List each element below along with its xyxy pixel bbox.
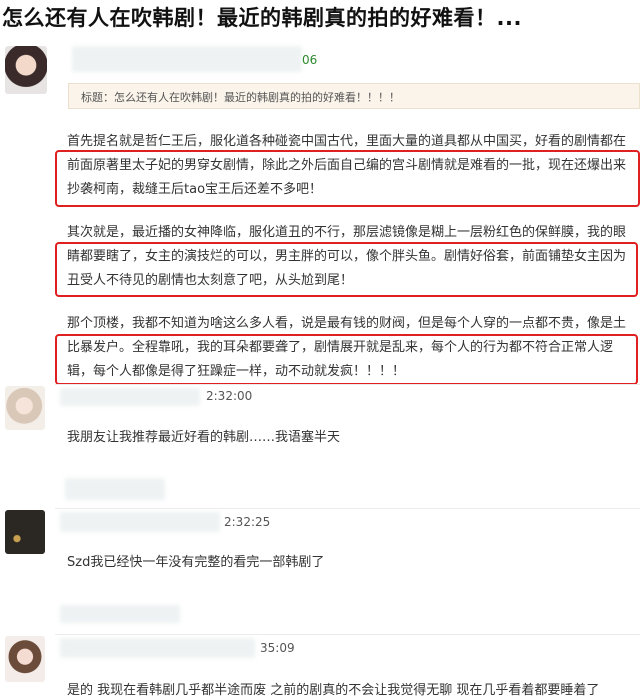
divider	[55, 508, 640, 509]
comment-time: 2:32:25	[224, 515, 271, 529]
username-redacted	[60, 512, 220, 532]
highlight-box	[55, 242, 638, 297]
redacted	[60, 605, 180, 623]
avatar[interactable]	[5, 386, 45, 430]
comment-time: 2:32:00	[206, 389, 253, 403]
quote-box: 标题：怎么还有人在吹韩剧！最近的韩剧真的拍的好难看！！！！	[68, 83, 640, 109]
comment-time: 35:09	[260, 641, 295, 655]
comment-text: Szd我已经快一年没有完整的看完一部韩剧了	[67, 555, 325, 570]
post-time: 06	[302, 53, 318, 67]
page-title: 怎么还有人在吹韩剧！最近的韩剧真的拍的好难看！...	[2, 6, 522, 30]
username-redacted	[72, 46, 302, 72]
comment-text: 我朋友让我推荐最近好看的韩剧……我语塞半天	[67, 430, 341, 445]
highlight-box	[55, 150, 640, 207]
divider	[55, 384, 640, 385]
post-line: 那个顶楼，我都不知道为啥这么多人看，说是最有钱的财阀，但是每个人穿的一点都不贵，…	[67, 316, 627, 331]
divider	[55, 634, 640, 635]
redacted	[65, 478, 165, 500]
avatar[interactable]	[5, 46, 47, 94]
username-redacted	[60, 638, 255, 658]
highlight-box	[55, 334, 638, 385]
username-redacted	[60, 388, 200, 406]
avatar[interactable]	[5, 510, 45, 554]
comment-text: 是的 我现在看韩剧几乎都半途而废 之前的剧真的不会让我觉得无聊 现在几乎看着都要…	[67, 683, 600, 698]
avatar[interactable]	[5, 636, 45, 682]
